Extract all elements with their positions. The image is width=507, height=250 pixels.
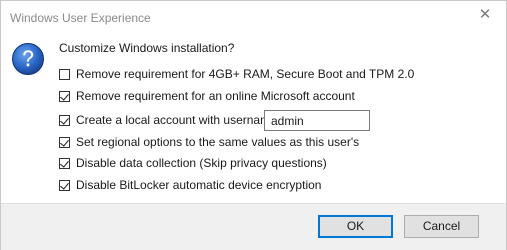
window-title: Windows User Experience [10, 11, 151, 25]
option-create-local-account[interactable]: Create a local account with username: [59, 112, 280, 128]
ok-button[interactable]: OK [318, 215, 393, 238]
option-remove-hw-requirements[interactable]: Remove requirement for 4GB+ RAM, Secure … [59, 66, 414, 82]
option-regional-options[interactable]: Set regional options to the same values … [59, 134, 359, 150]
cancel-button[interactable]: Cancel [404, 215, 479, 238]
option-disable-data-collection[interactable]: Disable data collection (Skip privacy qu… [59, 155, 327, 171]
username-input[interactable] [264, 110, 370, 131]
option-label: Create a local account with username: [76, 113, 281, 127]
question-icon [12, 43, 44, 75]
title-bar[interactable]: Windows User Experience ✕ [1, 1, 506, 35]
dialog-heading: Customize Windows installation? [59, 41, 235, 55]
option-label: Disable BitLocker automatic device encry… [76, 178, 322, 192]
option-label: Set regional options to the same values … [76, 135, 360, 149]
checkbox[interactable] [59, 90, 70, 102]
option-label: Remove requirement for an online Microso… [76, 89, 355, 103]
checkbox[interactable] [59, 157, 70, 169]
dialog-footer: OK Cancel [1, 203, 506, 250]
close-icon: ✕ [478, 6, 492, 23]
checkbox[interactable] [59, 114, 70, 126]
option-label: Remove requirement for 4GB+ RAM, Secure … [76, 67, 415, 81]
checkbox[interactable] [59, 179, 70, 191]
dialog-body: Customize Windows installation? Remove r… [1, 35, 506, 203]
option-label: Disable data collection (Skip privacy qu… [76, 156, 327, 170]
checkbox[interactable] [59, 136, 70, 148]
dialog-window: Windows User Experience ✕ Customize Wind… [0, 0, 507, 250]
option-remove-online-account[interactable]: Remove requirement for an online Microso… [59, 88, 355, 104]
checkbox[interactable] [59, 68, 70, 80]
option-disable-bitlocker[interactable]: Disable BitLocker automatic device encry… [59, 177, 321, 193]
close-button[interactable]: ✕ [468, 1, 502, 29]
